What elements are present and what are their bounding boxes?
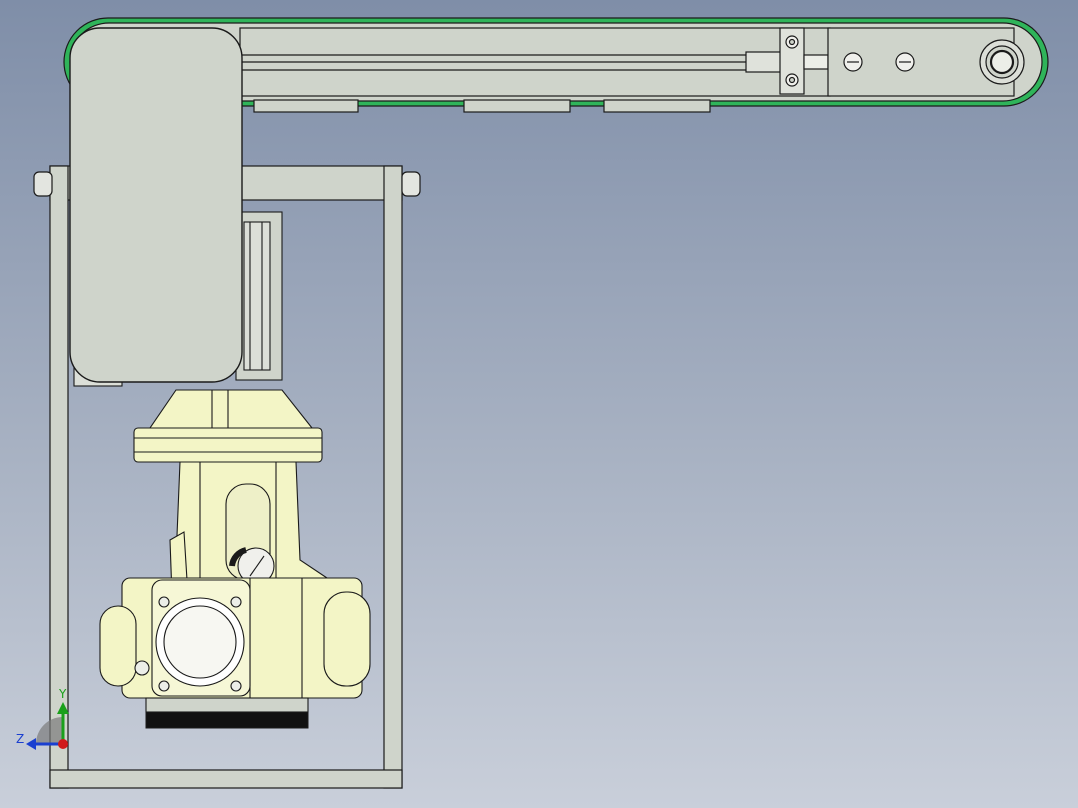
axis-triad [26, 702, 69, 750]
control-panel[interactable] [69, 27, 243, 383]
y-axis-label: Y [59, 687, 67, 701]
cad-viewport[interactable]: Y Z [0, 0, 1078, 808]
frame-pin-right [401, 171, 421, 197]
motor-flange [133, 427, 323, 463]
model-canvas[interactable] [0, 0, 1078, 808]
support-tab [603, 99, 711, 113]
shaft-stub [803, 54, 829, 70]
frame-bottom-bar [49, 769, 403, 789]
side-boss-left [99, 605, 137, 687]
frame-right-post [383, 165, 403, 789]
rubber-mount [145, 711, 309, 729]
rail-end-cap [745, 51, 783, 73]
bolt-icon [158, 680, 170, 692]
side-boss-right [323, 591, 371, 687]
z-axis-label: Z [16, 732, 25, 746]
support-tab [253, 99, 359, 113]
support-tab [463, 99, 571, 113]
motor-cone [148, 389, 314, 429]
gear-motor[interactable] [99, 389, 371, 713]
x-axis-dot [58, 739, 68, 749]
bolt-icon [230, 596, 242, 608]
bolt-icon [230, 680, 242, 692]
drain-plug-icon [134, 660, 150, 676]
frame-pin-left [33, 171, 53, 197]
bolt-icon [158, 596, 170, 608]
